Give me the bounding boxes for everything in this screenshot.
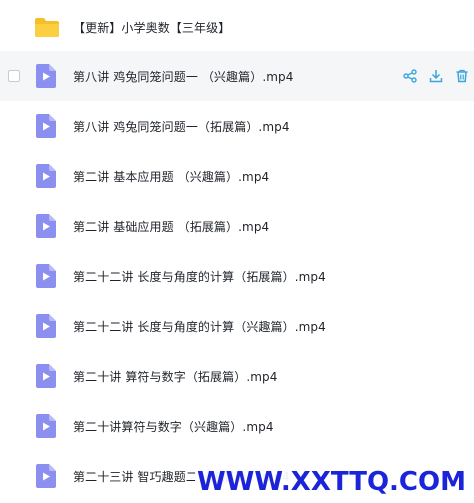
file-name: 第二十讲 算符与数字（拓展篇）.mp4	[73, 369, 278, 384]
file-name: 第二十二讲 长度与角度的计算（拓展篇）.mp4	[73, 269, 326, 284]
video-file-icon	[36, 164, 56, 188]
folder-row[interactable]: 【更新】小学奥数【三年级】	[0, 2, 474, 52]
video-file-icon	[36, 464, 56, 488]
video-file-icon	[36, 64, 56, 88]
file-name: 第二讲 基础应用题 （拓展篇）.mp4	[73, 219, 270, 234]
watermark: WWW.XXTTQ.COM	[195, 467, 468, 497]
video-file-icon	[36, 214, 56, 238]
row-checkbox[interactable]	[8, 70, 20, 82]
video-file-icon	[36, 414, 56, 438]
file-row[interactable]: 第二讲 基础应用题 （拓展篇）.mp4	[0, 201, 474, 251]
file-name: 第二十二讲 长度与角度的计算（兴趣篇）.mp4	[73, 319, 326, 334]
video-file-icon	[36, 364, 56, 388]
folder-name: 【更新】小学奥数【三年级】	[73, 20, 231, 35]
folder-icon	[35, 18, 59, 37]
file-row[interactable]: 第二十二讲 长度与角度的计算（拓展篇）.mp4	[0, 251, 474, 301]
file-row[interactable]: 第二十讲算符与数字（兴趣篇）.mp4	[0, 401, 474, 451]
file-row[interactable]: 第八讲 鸡兔同笼问题一（拓展篇）.mp4	[0, 101, 474, 151]
video-file-icon	[36, 314, 56, 338]
file-row[interactable]: 第八讲 鸡兔同笼问题一 （兴趣篇）.mp4	[0, 51, 474, 101]
file-name: 第八讲 鸡兔同笼问题一（拓展篇）.mp4	[73, 119, 290, 134]
file-row[interactable]: 第二讲 基本应用题 （兴趣篇）.mp4	[0, 151, 474, 201]
video-file-icon	[36, 264, 56, 288]
share-icon[interactable]	[402, 68, 418, 84]
file-row[interactable]: 第二十讲 算符与数字（拓展篇）.mp4	[0, 351, 474, 401]
row-actions	[402, 68, 470, 84]
file-name: 第八讲 鸡兔同笼问题一 （兴趣篇）.mp4	[73, 69, 294, 84]
file-list-page: 【更新】小学奥数【三年级】 第八讲 鸡兔同笼问题一 （兴趣篇）.mp4 第八讲 …	[0, 0, 474, 503]
file-row[interactable]: 第二十二讲 长度与角度的计算（兴趣篇）.mp4	[0, 301, 474, 351]
trash-icon[interactable]	[454, 68, 470, 84]
download-icon[interactable]	[428, 68, 444, 84]
file-name: 第二讲 基本应用题 （兴趣篇）.mp4	[73, 169, 270, 184]
video-file-icon	[36, 114, 56, 138]
file-name: 第二十讲算符与数字（兴趣篇）.mp4	[73, 419, 274, 434]
